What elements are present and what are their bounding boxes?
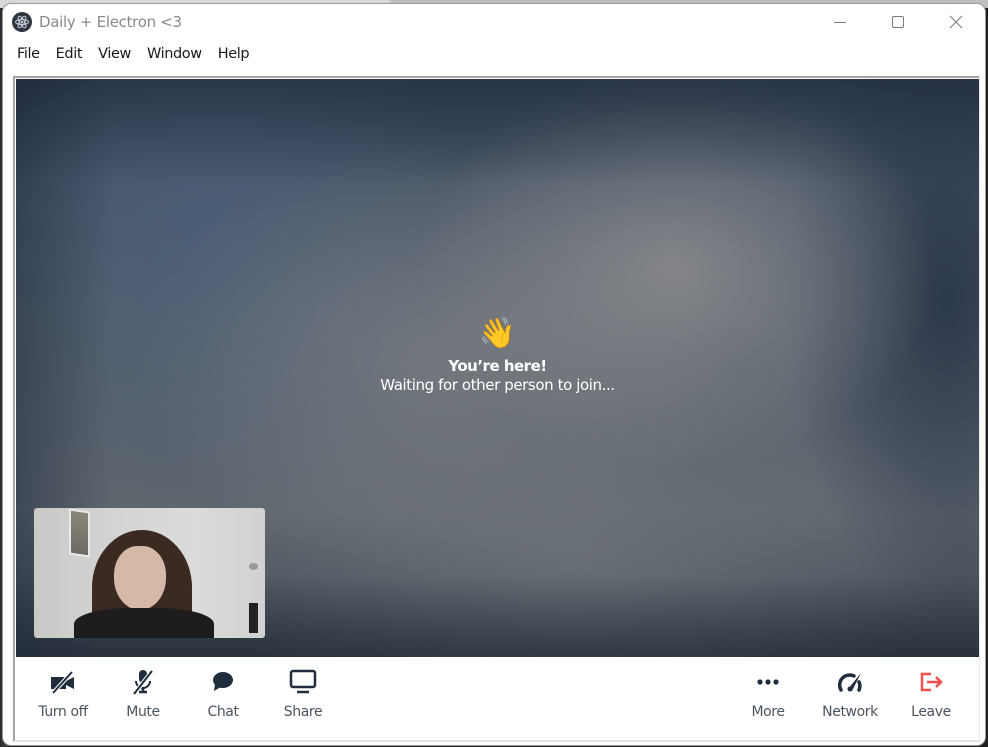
- menu-window[interactable]: Window: [141, 46, 208, 62]
- share-label: Share: [283, 704, 323, 720]
- call-frame: 👋 You’re here! Waiting for other person …: [13, 76, 980, 742]
- participant-face: [114, 546, 166, 610]
- chat-bubble-icon: [213, 672, 233, 691]
- chat-button[interactable]: Chat: [183, 667, 263, 731]
- more-label: More: [751, 704, 785, 720]
- waiting-subtitle: Waiting for other person to join...: [380, 376, 615, 394]
- speaker: [249, 603, 258, 633]
- camera-off-icon: [51, 670, 74, 695]
- window-controls: [811, 4, 985, 40]
- mute-label: Mute: [126, 704, 160, 720]
- app-window: Daily + Electron <3 File Edit View Windo…: [3, 4, 985, 745]
- title-bar: Daily + Electron <3: [3, 4, 985, 40]
- more-dots-icon: [757, 679, 779, 685]
- leave-label: Leave: [911, 704, 951, 720]
- waiting-message: 👋 You’re here! Waiting for other person …: [16, 317, 979, 394]
- share-screen-button[interactable]: Share: [263, 667, 343, 731]
- close-button[interactable]: [927, 4, 985, 40]
- minimize-button[interactable]: [811, 4, 869, 40]
- close-icon: [949, 15, 963, 29]
- video-stage: 👋 You’re here! Waiting for other person …: [16, 79, 979, 657]
- electron-logo-icon: [12, 12, 32, 32]
- call-tray: Turn off Mute Chat Share More Network Le…: [16, 657, 979, 740]
- leave-icon: [920, 672, 943, 692]
- waiting-title: You’re here!: [448, 357, 547, 375]
- maximize-icon: [892, 16, 904, 28]
- screen-share-icon: [289, 669, 317, 694]
- menu-view[interactable]: View: [92, 46, 137, 62]
- participant-body: [74, 608, 214, 638]
- menu-bar: File Edit View Window Help: [3, 40, 259, 68]
- window-title: Daily + Electron <3: [39, 13, 182, 31]
- microphone-off-icon: [132, 669, 154, 696]
- minimize-icon: [834, 22, 846, 23]
- chat-label: Chat: [207, 704, 239, 720]
- menu-edit[interactable]: Edit: [50, 46, 88, 62]
- mute-button[interactable]: Mute: [103, 667, 183, 731]
- more-button[interactable]: More: [728, 667, 808, 731]
- self-video-tile[interactable]: [34, 508, 265, 638]
- network-gauge-icon: [837, 673, 862, 692]
- menu-file[interactable]: File: [11, 46, 46, 62]
- camera-toggle-button[interactable]: Turn off: [23, 667, 103, 731]
- wall-outlet: [249, 563, 258, 570]
- network-button[interactable]: Network: [810, 667, 890, 731]
- menu-help[interactable]: Help: [212, 46, 255, 62]
- leave-button[interactable]: Leave: [891, 667, 971, 731]
- wall-picture: [69, 508, 90, 558]
- network-label: Network: [822, 704, 878, 720]
- maximize-button[interactable]: [869, 4, 927, 40]
- waving-hand-icon: 👋: [478, 317, 517, 350]
- camera-toggle-label: Turn off: [38, 704, 88, 720]
